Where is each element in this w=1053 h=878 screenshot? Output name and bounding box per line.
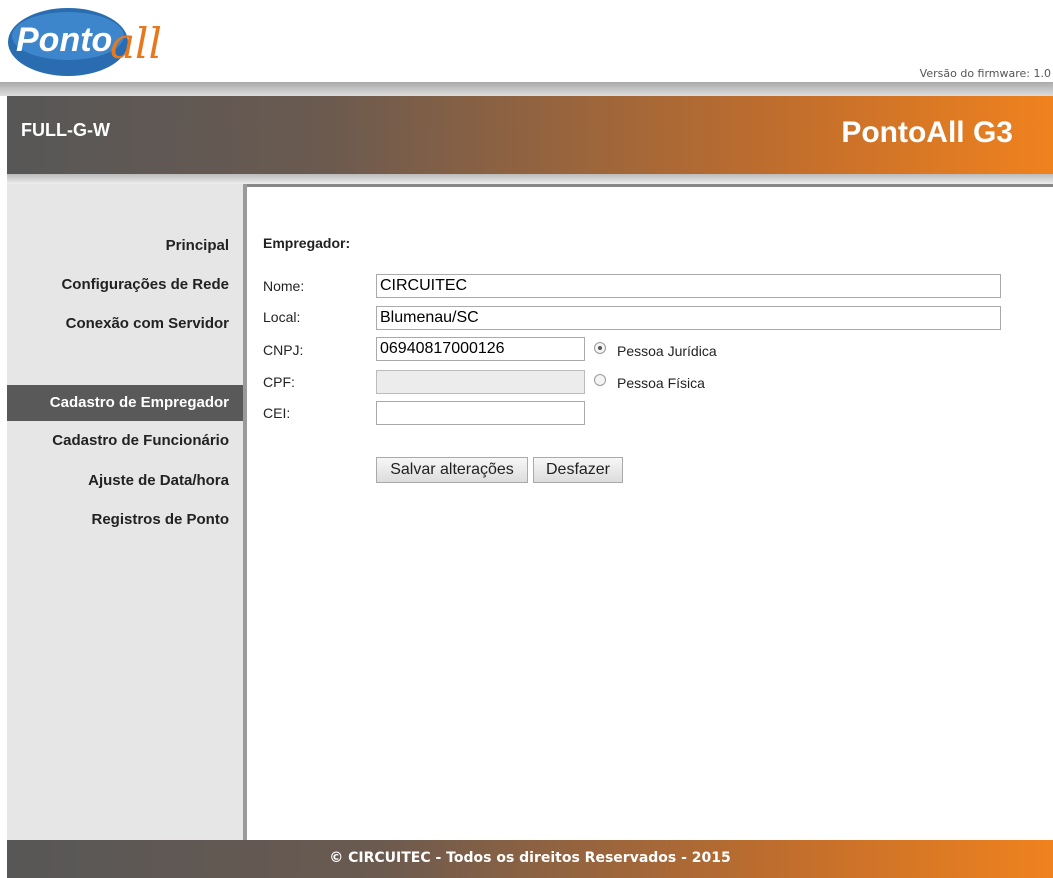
nome-label: Nome: [263,278,305,294]
local-label: Local: [263,309,301,325]
cei-label: CEI: [263,405,291,421]
device-name: FULL-G-W [21,120,110,140]
pontoall-logo: Ponto all [6,6,196,78]
pessoa-fisica-radio[interactable] [594,374,606,386]
pessoa-juridica-label: Pessoa Jurídica [617,343,717,359]
form-heading: Empregador: [263,235,351,251]
main-content: Empregador: Nome: Local: CNPJ: Pessoa Ju… [247,184,1053,840]
svg-text:Ponto: Ponto [16,21,112,59]
sidebar-item-conexao-servidor[interactable]: Conexão com Servidor [7,306,243,342]
header-banner: FULL-G-W PontoAll G3 [7,96,1053,174]
firmware-version: Versão do firmware: 1.0 [919,67,1051,80]
local-input[interactable] [376,306,1001,330]
cnpj-label: CNPJ: [263,342,304,358]
footer: © CIRCUITEC - Todos os direitos Reservad… [7,840,1053,878]
sidebar-item-cadastro-empregador[interactable]: Cadastro de Empregador [7,385,243,421]
nome-input[interactable] [376,274,1001,298]
banner-shadow [7,174,1053,184]
sidebar-item-ajuste-data-hora[interactable]: Ajuste de Data/hora [7,463,243,499]
svg-text:all: all [110,19,162,68]
cpf-input[interactable] [376,370,585,394]
copyright-text: © CIRCUITEC - Todos os direitos Reservad… [329,850,731,866]
sidebar-item-cadastro-funcionario[interactable]: Cadastro de Funcionário [7,423,243,459]
product-title: PontoAll G3 [841,116,1013,149]
sidebar-item-principal[interactable]: Principal [7,228,243,264]
sidebar: Principal Configurações de Rede Conexão … [7,184,243,840]
sidebar-item-registros-ponto[interactable]: Registros de Ponto [7,502,243,538]
cei-input[interactable] [376,401,585,425]
undo-button[interactable]: Desfazer [533,457,623,483]
pessoa-juridica-radio[interactable] [594,342,606,354]
pessoa-fisica-label: Pessoa Física [617,375,705,391]
cnpj-input[interactable] [376,337,585,361]
save-button[interactable]: Salvar alterações [376,457,528,483]
sidebar-item-configuracoes-rede[interactable]: Configurações de Rede [7,267,243,303]
cpf-label: CPF: [263,374,295,390]
header-divider [0,82,1053,96]
